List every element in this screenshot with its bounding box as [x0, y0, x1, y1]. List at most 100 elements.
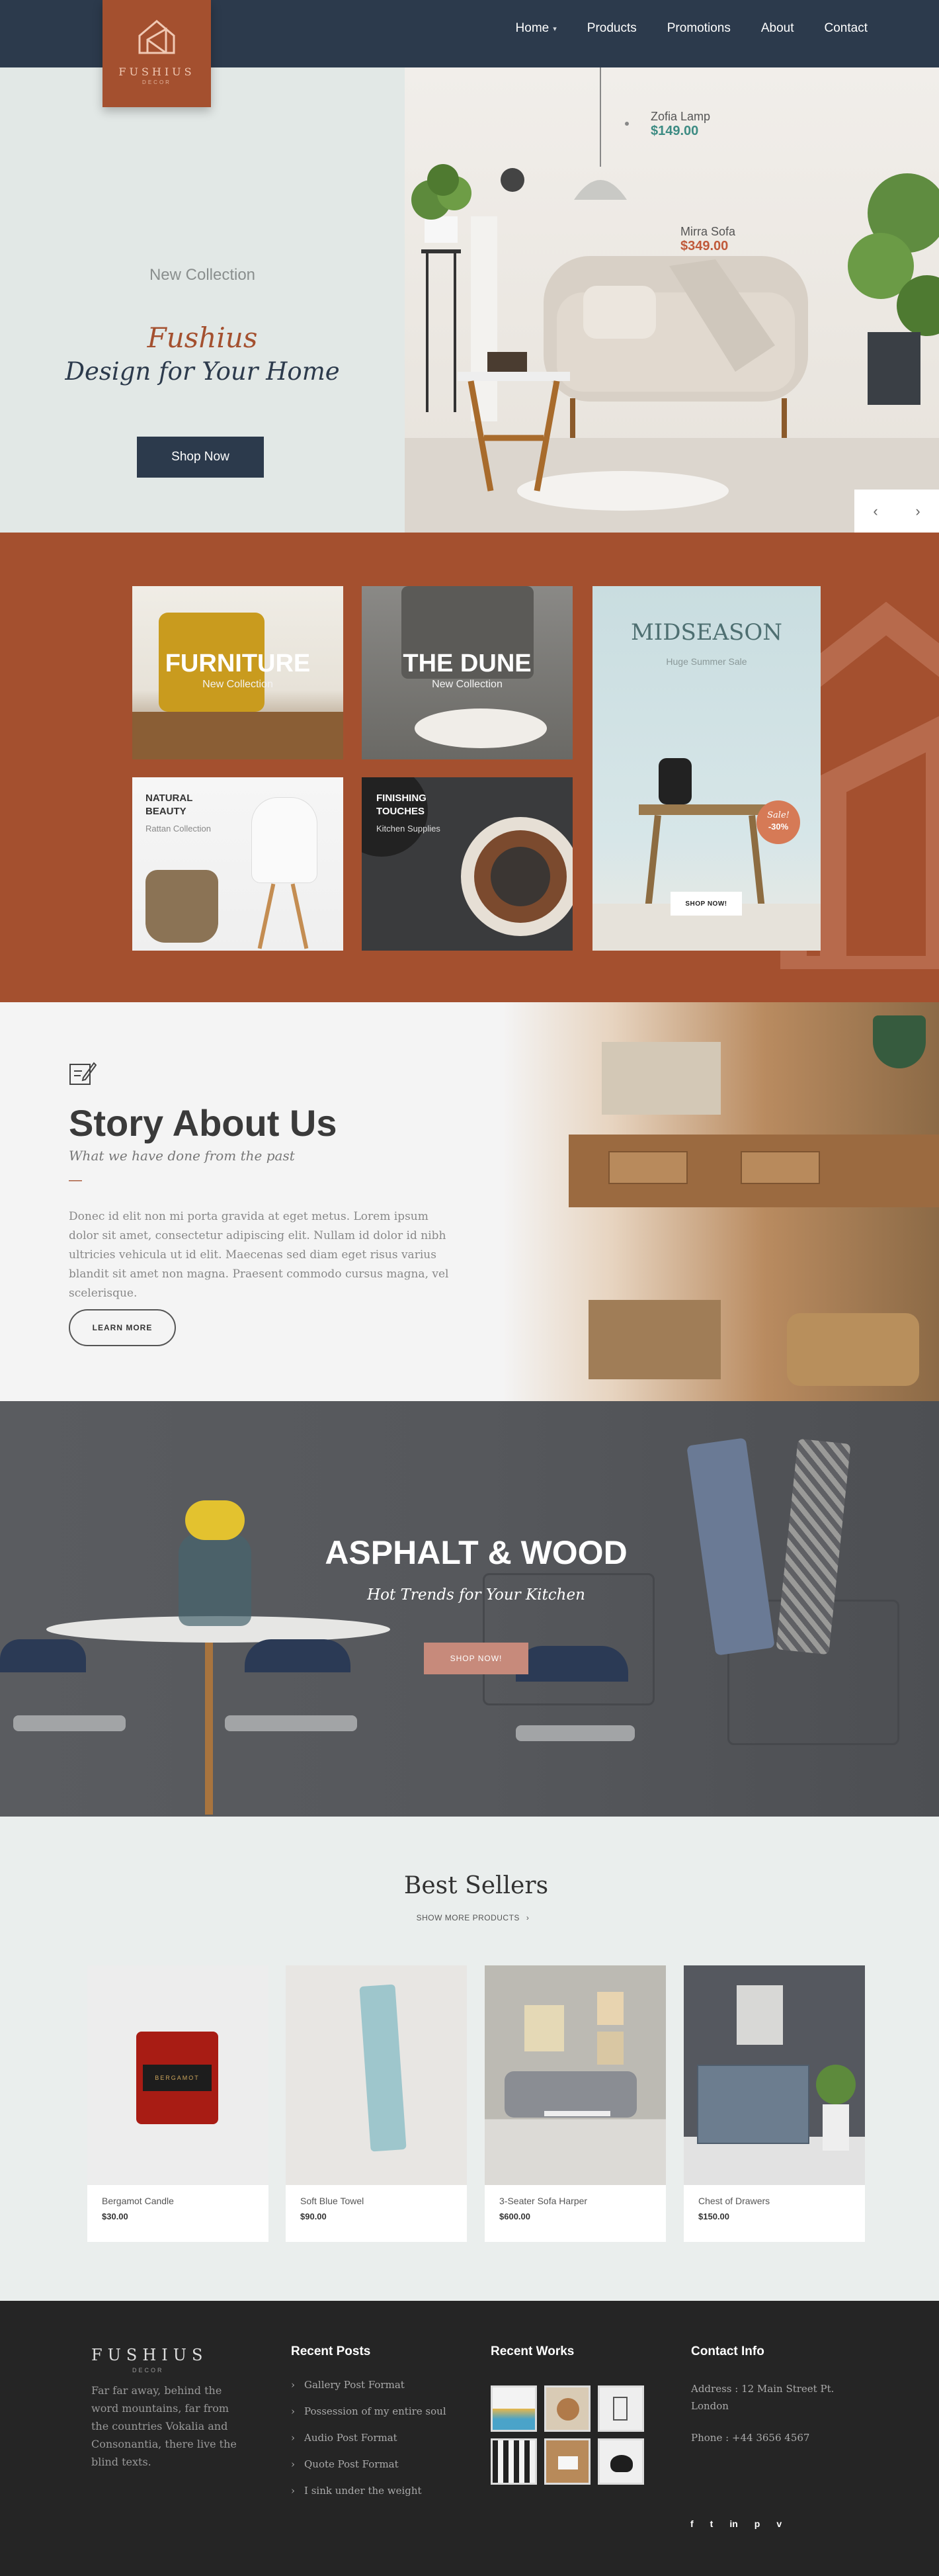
- product-price: $30.00: [102, 2211, 128, 2221]
- recent-work-thumb[interactable]: [598, 2385, 644, 2432]
- hero-title-tagline: Design for Your Home: [65, 357, 340, 386]
- recent-post-link[interactable]: Quote Post Format: [291, 2458, 446, 2485]
- recent-work-thumb[interactable]: [598, 2438, 644, 2485]
- contact-info-title: Contact Info: [691, 2344, 764, 2358]
- facebook-icon[interactable]: f: [690, 2518, 694, 2529]
- dune-title: THE DUNE: [403, 650, 532, 677]
- nav-contact[interactable]: Contact: [825, 21, 868, 36]
- pinterest-icon[interactable]: p: [755, 2518, 760, 2529]
- chevron-right-icon: ›: [526, 1913, 530, 1922]
- product-name: Chest of Drawers: [698, 2196, 770, 2206]
- best-sellers-section: Best Sellers SHOW MORE PRODUCTS › BERGAMO…: [0, 1817, 939, 2301]
- story-subtitle: What we have done from the past: [69, 1148, 295, 1164]
- contact-phone: Phone : +44 3656 4567: [691, 2432, 810, 2444]
- recent-work-thumb[interactable]: [491, 2438, 537, 2485]
- twitter-icon[interactable]: t: [710, 2518, 714, 2529]
- chevron-down-icon: ▾: [553, 24, 557, 33]
- hero-tag-sofa[interactable]: Mirra Sofa $349.00: [680, 225, 735, 254]
- dune-tile[interactable]: THE DUNE New Collection: [362, 586, 573, 759]
- finishing-sub: Kitchen Supplies: [376, 824, 440, 834]
- brand-sub: DECOR: [142, 79, 171, 85]
- midseason-sub: Huge Summer Sale: [666, 656, 747, 667]
- blue-towel: [359, 1984, 407, 2152]
- product-name: 3-Seater Sofa Harper: [499, 2196, 588, 2206]
- asphalt-title: ASPHALT & WOOD: [325, 1534, 628, 1571]
- finishing-touches-tile[interactable]: FINISHING TOUCHES Kitchen Supplies: [362, 777, 573, 951]
- hero-tag-name: Zofia Lamp: [651, 110, 711, 123]
- green-lamp: [873, 1015, 926, 1068]
- best-sellers-title: Best Sellers: [403, 1872, 549, 1899]
- edit-note-icon: [69, 1062, 97, 1085]
- footer-logo[interactable]: FUSHIUS: [91, 2346, 208, 2364]
- chevron-left-icon[interactable]: ‹: [854, 490, 897, 533]
- nav-products[interactable]: Products: [587, 21, 637, 36]
- nav-home[interactable]: Home ▾: [516, 21, 557, 36]
- natural-beauty-tile[interactable]: NATURAL BEAUTY Rattan Collection: [132, 777, 343, 951]
- product-name: Bergamot Candle: [102, 2196, 174, 2206]
- learn-more-button[interactable]: LEARN MORE: [69, 1309, 176, 1346]
- product-name: Soft Blue Towel: [300, 2196, 364, 2206]
- asphalt-shop-button[interactable]: SHOP NOW!: [424, 1643, 528, 1674]
- recent-post-link[interactable]: I sink under the weight: [291, 2485, 446, 2511]
- navy-chair: [245, 1639, 350, 1672]
- nav-about[interactable]: About: [761, 21, 794, 36]
- product-image: [485, 1965, 666, 2185]
- shop-now-button[interactable]: Shop Now: [137, 437, 264, 478]
- natural-title-line2: BEAUTY: [145, 806, 186, 817]
- hero-tag-price: $149.00: [651, 124, 699, 138]
- hero-image: Zofia Lamp $149.00 Mirra Sofa $349.00: [405, 67, 939, 533]
- product-price: $150.00: [698, 2211, 729, 2221]
- wood-floor: [132, 712, 343, 759]
- midseason-title: MIDSEASON: [630, 619, 783, 646]
- footer-about: Far far away, behind the word mountains,…: [91, 2384, 237, 2468]
- recent-post-link[interactable]: Possession of my entire soul: [291, 2405, 446, 2432]
- show-more-label: SHOW MORE PRODUCTS: [416, 1913, 520, 1922]
- product-price: $600.00: [499, 2211, 530, 2221]
- show-more-link[interactable]: SHOW MORE PRODUCTS ›: [0, 1913, 939, 1922]
- product-card[interactable]: BERGAMOT Bergamot Candle $30.00: [87, 1965, 268, 2242]
- hero-eyebrow: New Collection: [149, 266, 256, 284]
- recent-work-thumb[interactable]: [544, 2438, 591, 2485]
- recent-post-link[interactable]: Audio Post Format: [291, 2432, 446, 2458]
- nav-promotions[interactable]: Promotions: [667, 21, 731, 36]
- brand-logo[interactable]: FUSHIUS DECOR: [102, 0, 211, 107]
- nav-products-label: Products: [587, 21, 637, 35]
- sale-badge: Sale! -30%: [756, 800, 800, 844]
- vimeo-icon[interactable]: v: [776, 2518, 782, 2529]
- linkedin-icon[interactable]: in: [729, 2518, 737, 2529]
- nav-promotions-label: Promotions: [667, 21, 731, 35]
- recent-works-title: Recent Works: [491, 2344, 575, 2358]
- product-price: $90.00: [300, 2211, 327, 2221]
- collections-section: FURNITURE New Collection THE DUNE New Co…: [0, 533, 939, 1002]
- recent-work-thumb[interactable]: [491, 2385, 537, 2432]
- finishing-title-line1: FINISHING: [376, 793, 427, 804]
- product-image: [286, 1965, 467, 2185]
- furniture-title: FURNITURE: [165, 650, 311, 677]
- candle-label: BERGAMOT: [143, 2065, 212, 2091]
- brand-name: FUSHIUS: [118, 65, 195, 78]
- hero-title-brand: Fushius: [147, 322, 258, 354]
- rattan-basket: [145, 870, 218, 943]
- recent-post-link[interactable]: Gallery Post Format: [291, 2379, 446, 2405]
- product-card[interactable]: Soft Blue Towel $90.00: [286, 1965, 467, 2242]
- hero-tag-lamp[interactable]: Zofia Lamp $149.00: [651, 110, 710, 139]
- midseason-tile[interactable]: MIDSEASON Huge Summer Sale Sale! -30% SH…: [592, 586, 821, 951]
- house-logo-icon: [138, 20, 175, 54]
- wooden-stool: [639, 804, 771, 815]
- natural-sub: Rattan Collection: [145, 824, 211, 834]
- slider-arrows: ‹ ›: [854, 490, 939, 533]
- contact-address: Address : 12 Main Street Pt. London: [691, 2383, 835, 2412]
- furniture-sub: New Collection: [202, 679, 273, 690]
- midseason-shop-button[interactable]: SHOP NOW!: [671, 892, 742, 916]
- product-card[interactable]: 3-Seater Sofa Harper $600.00: [485, 1965, 666, 2242]
- product-image: [684, 1965, 865, 2185]
- black-vase: [659, 758, 692, 804]
- story-body: Donec id elit non mi porta gravida at eg…: [69, 1210, 449, 1300]
- story-title: Story About Us: [69, 1102, 337, 1144]
- product-card[interactable]: Chest of Drawers $150.00: [684, 1965, 865, 2242]
- chevron-right-icon[interactable]: ›: [897, 490, 939, 533]
- furniture-tile[interactable]: FURNITURE New Collection: [132, 586, 343, 759]
- dune-sub: New Collection: [432, 679, 503, 690]
- recent-work-thumb[interactable]: [544, 2385, 591, 2432]
- hero-tag-price: $349.00: [680, 239, 729, 253]
